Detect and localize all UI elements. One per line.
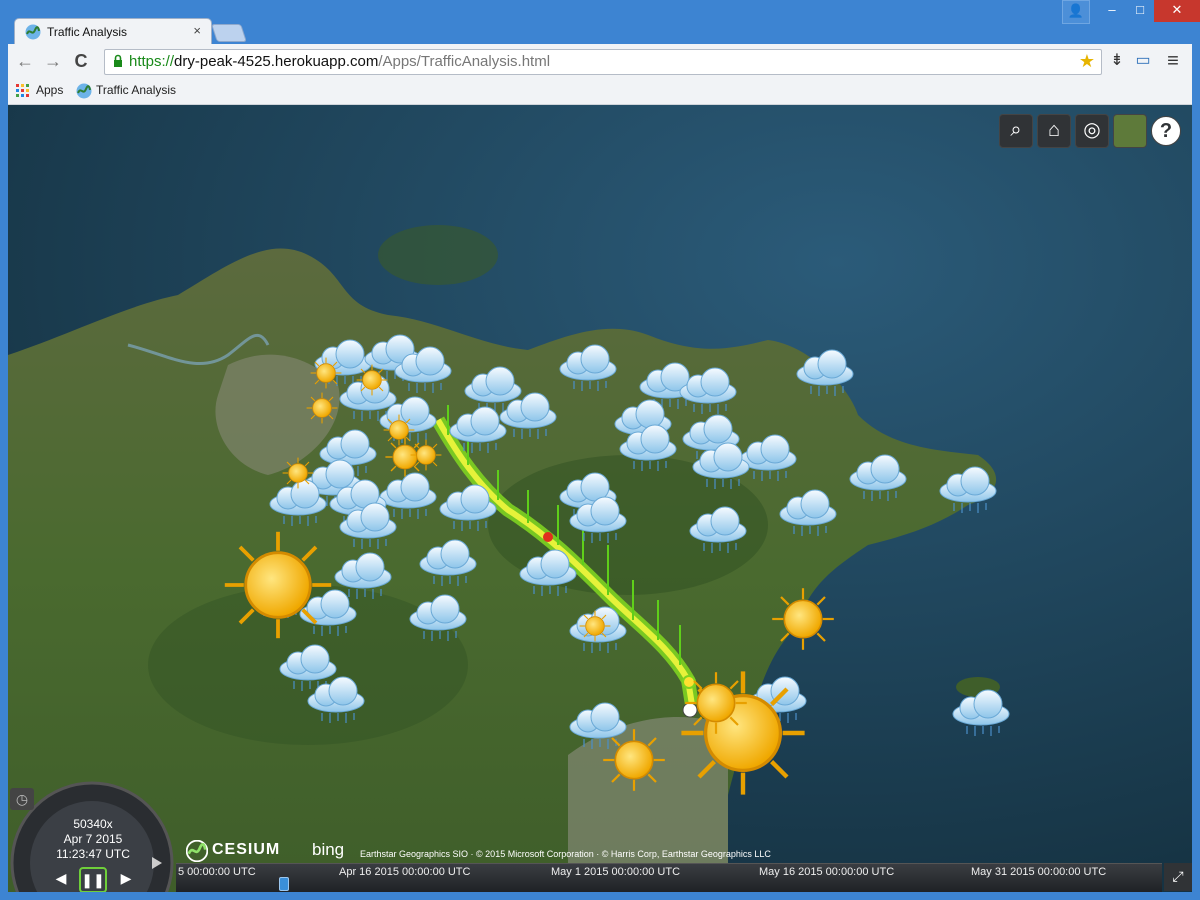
timeline-label-4: May 31 2015 00:00:00 UTC	[971, 866, 1107, 878]
cesium-wordmark[interactable]: CESIUM	[212, 841, 280, 859]
back-button[interactable]: ←	[14, 50, 36, 72]
extension-icon[interactable]: ⇟	[1106, 50, 1128, 72]
bookmark-traffic-analysis[interactable]: Traffic Analysis	[96, 83, 176, 97]
cesium-favicon-icon	[25, 24, 41, 40]
help-button[interactable]: ?	[1151, 116, 1181, 146]
window-controls: 👤 ‒ □ ✕	[1062, 0, 1200, 24]
timeline-bar[interactable]: 5 00:00:00 UTC Apr 16 2015 00:00:00 UTC …	[176, 863, 1162, 892]
minimize-button[interactable]: ‒	[1098, 0, 1126, 22]
bookmarks-bar: Apps Traffic Analysis	[8, 78, 1192, 105]
tab-strip: Traffic Analysis × 👤 ‒ □ ✕	[0, 0, 1200, 45]
timeline-label-2: May 1 2015 00:00:00 UTC	[551, 866, 681, 878]
reload-button[interactable]: C	[70, 50, 92, 72]
browser-window: Traffic Analysis × 👤 ‒ □ ✕ ← → C https:/…	[0, 0, 1200, 900]
pause-button[interactable]: ❚❚	[79, 867, 107, 892]
close-button[interactable]: ✕	[1154, 0, 1200, 22]
tab-traffic-analysis[interactable]: Traffic Analysis ×	[14, 18, 212, 45]
lock-icon	[114, 54, 122, 67]
address-bar[interactable]: https://dry-peak-4525.herokuapp.com/Apps…	[104, 49, 1102, 75]
animation-date: Apr 7 2015	[63, 832, 123, 846]
bing-wordmark[interactable]: bing	[312, 840, 344, 860]
animation-widget[interactable]: ◷ 50340x Apr 7 2015 11:23:47 UTC ◀ ❚❚ ▶	[8, 775, 178, 892]
url-text: https://dry-peak-4525.herokuapp.com/Apps…	[129, 53, 550, 70]
user-profile-icon[interactable]: 👤	[1062, 0, 1090, 24]
tab-title: Traffic Analysis	[47, 25, 128, 39]
bookmark-apps[interactable]: Apps	[36, 83, 63, 97]
cesium-logo-icon	[186, 840, 208, 862]
bookmark-star-icon[interactable]: ★	[1079, 51, 1095, 72]
imagery-credits: Earthstar Geographics SIO · © 2015 Micro…	[360, 849, 771, 859]
url-path: /Apps/TrafficAnalysis.html	[378, 53, 551, 70]
url-host: dry-peak-4525.herokuapp.com	[174, 53, 379, 70]
maximize-button[interactable]: □	[1126, 0, 1154, 22]
new-tab-button[interactable]	[211, 24, 247, 42]
cast-icon[interactable]: ▭	[1132, 50, 1154, 72]
timeline-label-1: Apr 16 2015 00:00:00 UTC	[339, 866, 471, 878]
base-layer-picker-button[interactable]	[1113, 114, 1147, 148]
clock-icon[interactable]: ◷	[10, 788, 34, 810]
timeline-label-3: May 16 2015 00:00:00 UTC	[759, 866, 895, 878]
home-button[interactable]: ⌂	[1037, 114, 1071, 148]
cesium-viewer[interactable]: ⌕ ⌂ ◎ ? ◷ 50340x Apr 7 2015 11:23:47 UTC…	[8, 105, 1192, 892]
url-scheme: https://	[129, 53, 175, 70]
tab-close-icon[interactable]: ×	[193, 23, 201, 38]
browser-toolbar: ← → C https://dry-peak-4525.herokuapp.co…	[8, 44, 1192, 78]
cesium-bookmark-icon	[76, 83, 92, 99]
apps-grid-icon	[16, 84, 29, 97]
play-forward-button[interactable]: ▶	[116, 870, 136, 888]
forward-button[interactable]: →	[42, 50, 64, 72]
timeline-needle[interactable]	[279, 877, 289, 891]
scene-mode-globe-button[interactable]: ◎	[1075, 114, 1109, 148]
menu-icon[interactable]: ≡	[1162, 50, 1184, 72]
terrain-map[interactable]	[8, 105, 1192, 892]
geocoder-search-button[interactable]: ⌕	[999, 114, 1033, 148]
fullscreen-button[interactable]: ⤢	[1164, 863, 1192, 891]
animation-speed: 50340x	[73, 817, 113, 831]
timeline-label-0: 5 00:00:00 UTC	[178, 866, 256, 878]
play-reverse-button[interactable]: ◀	[51, 870, 71, 888]
animation-time: 11:23:47 UTC	[56, 847, 130, 861]
